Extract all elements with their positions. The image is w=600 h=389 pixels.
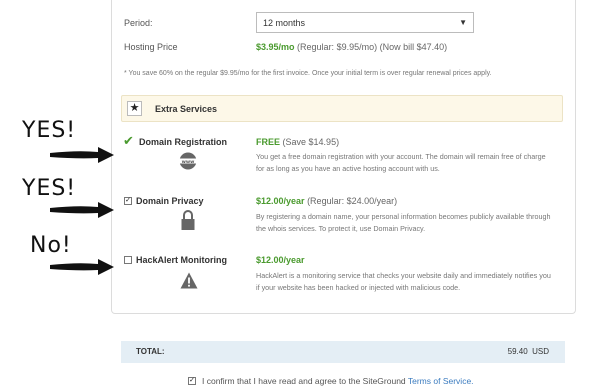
confirm-terms-checkbox[interactable]: ✓ <box>188 377 196 385</box>
hosting-price-label: Hosting Price <box>124 42 178 52</box>
domain-privacy-price-note: (Regular: $24.00/year) <box>307 196 398 206</box>
domain-privacy-name: Domain Privacy <box>136 196 204 206</box>
hackalert-description: HackAlert is a monitoring service that c… <box>256 271 551 292</box>
domain-registration-description: You get a free domain registration with … <box>256 152 546 173</box>
total-value: 59.40 USD <box>507 347 549 356</box>
terms-of-service-link[interactable]: Terms of Service. <box>408 376 474 386</box>
total-bar: TOTAL: 59.40 USD <box>121 341 565 363</box>
annotation-yes-2: YES! <box>22 176 77 201</box>
domain-registration-name: Domain Registration <box>139 137 228 147</box>
hackalert-price-value: $12.00/year <box>256 255 305 265</box>
annotation-arrow-icon <box>50 259 114 275</box>
hosting-price-details: (Regular: $9.95/mo) (Now bill $47.40) <box>297 42 448 52</box>
domain-registration-price: FREE (Save $14.95) <box>256 137 339 147</box>
hosting-price-value: $3.95/mo <box>256 42 295 52</box>
annotation-arrow-icon <box>50 202 114 218</box>
confirm-terms-text: I confirm that I have read and agree to … <box>202 376 406 386</box>
annotation-yes-1: YES! <box>22 118 77 143</box>
domain-privacy-price-value: $12.00/year <box>256 196 305 206</box>
confirm-terms: I confirm that I have read and agree to … <box>202 376 474 386</box>
period-label: Period: <box>124 18 153 28</box>
domain-privacy-price: $12.00/year (Regular: $24.00/year) <box>256 196 397 206</box>
svg-text:www: www <box>182 160 195 165</box>
hackalert-name: HackAlert Monitoring <box>136 255 228 265</box>
hackalert-checkbox[interactable] <box>124 256 132 264</box>
annotation-arrow-icon <box>50 147 114 163</box>
checkmark-icon: ✔ <box>123 133 134 148</box>
period-selected-value: 12 months <box>263 18 306 28</box>
total-label: TOTAL: <box>136 347 165 356</box>
dropdown-arrow-icon: ▼ <box>459 18 467 27</box>
extra-services-title: Extra Services <box>155 104 218 114</box>
domain-registration-price-note: (Save $14.95) <box>282 137 340 147</box>
domain-privacy-checkbox[interactable]: ✓ <box>124 197 132 205</box>
period-select[interactable]: 12 months ▼ <box>256 12 474 33</box>
domain-privacy-description: By registering a domain name, your perso… <box>256 212 551 233</box>
star-icon: ★ <box>127 101 142 116</box>
www-globe-icon: www <box>179 152 197 170</box>
hackalert-price: $12.00/year <box>256 255 305 265</box>
warning-icon <box>180 272 198 289</box>
savings-note: * You save 60% on the regular $9.95/mo f… <box>124 70 492 77</box>
hosting-price: $3.95/mo (Regular: $9.95/mo) (Now bill $… <box>256 42 447 52</box>
extra-services-header: ★ Extra Services <box>121 95 563 122</box>
domain-registration-price-value: FREE <box>256 137 281 147</box>
annotation-no: No! <box>30 233 72 258</box>
lock-icon <box>181 209 195 231</box>
